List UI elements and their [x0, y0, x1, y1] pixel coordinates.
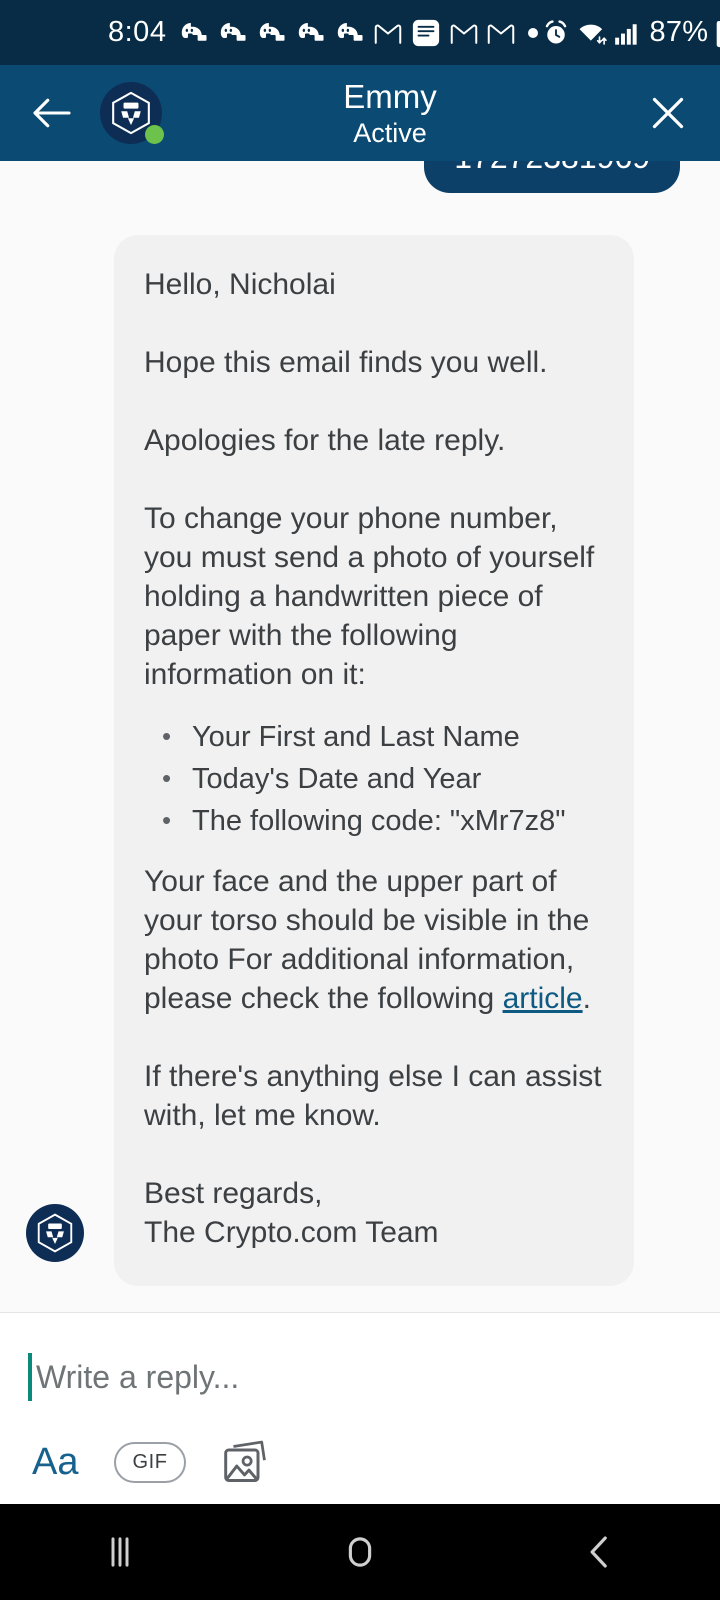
requirements-list: Your First and Last Name Today's Date an…: [144, 715, 604, 842]
chat-header: Emmy Active: [0, 65, 720, 161]
contact-name: Emmy: [343, 77, 437, 115]
back-button[interactable]: [540, 1504, 660, 1600]
message-signoff: Best regards,: [144, 1177, 323, 1210]
presence-indicator: [145, 125, 164, 144]
incoming-message-bubble[interactable]: Hello, Nicholai Hope this email finds yo…: [114, 235, 634, 1286]
messages-icon: [411, 18, 441, 48]
presence-status-label: Active: [353, 117, 427, 148]
back-button[interactable]: [26, 87, 78, 139]
status-bar: 8:04 87%: [0, 0, 720, 65]
gmail-icon: [450, 19, 478, 47]
text-format-button[interactable]: Aa: [32, 1443, 78, 1481]
avatar[interactable]: [100, 82, 164, 144]
discord-icon: [179, 18, 209, 48]
battery-percent-label: 87%: [649, 16, 709, 48]
system-navigation-bar: [0, 1504, 720, 1600]
message-line-apology: Apologies for the late reply.: [144, 424, 506, 457]
discord-icon: [218, 18, 248, 48]
message-closing: If there's anything else I can assist wi…: [144, 1060, 602, 1132]
more-notifications-dot-icon: [528, 27, 539, 38]
gmail-icon: [374, 19, 402, 47]
message-row-outgoing: 17272381969: [24, 161, 696, 193]
discord-icon: [296, 18, 326, 48]
outgoing-message-bubble[interactable]: 17272381969: [424, 161, 680, 193]
reply-input[interactable]: Write a reply...: [28, 1349, 692, 1405]
cellular-signal-icon: [614, 20, 642, 46]
message-list[interactable]: 17272381969 Hello, Nicholai Hope this: [0, 161, 720, 1312]
message-row-incoming: Hello, Nicholai Hope this email finds yo…: [24, 235, 696, 1286]
close-button[interactable]: [642, 87, 694, 139]
message-line-well: Hope this email finds you well.: [144, 346, 548, 379]
gif-button[interactable]: GIF: [114, 1441, 186, 1483]
image-picker-icon[interactable]: [222, 1439, 270, 1485]
reply-placeholder: Write a reply...: [36, 1358, 240, 1395]
composer: Write a reply... Aa GIF: [0, 1312, 720, 1504]
list-item: The following code: "xMr7z8": [144, 799, 604, 842]
alarm-icon: [542, 19, 570, 47]
message-greeting: Hello, Nicholai: [144, 268, 336, 301]
message-photo-paragraph: Your face and the upper part of your tor…: [144, 862, 604, 1018]
cryptocom-logo-icon: [26, 1204, 84, 1262]
recent-apps-button[interactable]: [60, 1504, 180, 1600]
gmail-icon: [487, 19, 515, 47]
battery-charging-icon: [715, 18, 720, 48]
photo-paragraph-post: .: [582, 982, 591, 1015]
text-caret: [28, 1353, 32, 1401]
status-bar-notifications: 8:04: [108, 16, 542, 49]
article-link[interactable]: article: [503, 982, 583, 1015]
wifi-icon: [577, 19, 608, 47]
phone-screen: 8:04 87% Emmy Active Hello, Nicholai Hop…: [0, 0, 720, 1600]
home-button[interactable]: [300, 1504, 420, 1600]
message-signature: The Crypto.com Team: [144, 1216, 439, 1249]
message-instructions: To change your phone number, you must se…: [144, 502, 595, 691]
composer-tools: Aa GIF: [28, 1439, 692, 1485]
status-bar-system-icons: 87%: [542, 16, 720, 49]
chat-title-block: Emmy Active: [138, 77, 642, 150]
status-bar-clock: 8:04: [108, 16, 167, 48]
discord-icon: [257, 18, 287, 48]
list-item: Your First and Last Name: [144, 715, 604, 758]
discord-icon: [335, 18, 365, 48]
list-item: Today's Date and Year: [144, 757, 604, 800]
